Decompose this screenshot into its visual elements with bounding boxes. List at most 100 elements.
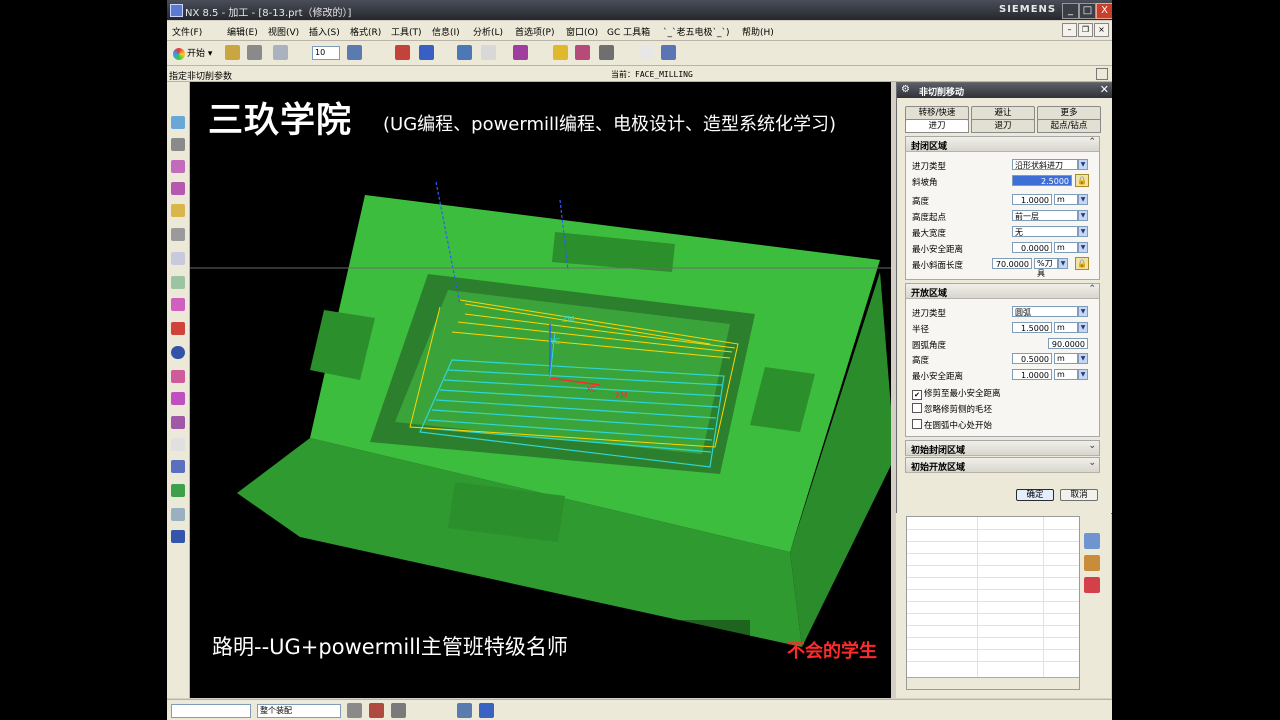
trim-to-min-clearance-checkbox[interactable]: ✔ 修剪至最小安全距离	[912, 387, 1001, 400]
close-button[interactable]: X	[1096, 3, 1112, 19]
reuse-icon[interactable]	[171, 276, 185, 289]
section-icon[interactable]	[171, 392, 185, 405]
text-icon[interactable]	[481, 45, 496, 60]
menu-gc-toolbox[interactable]: GC 工具箱	[607, 25, 650, 38]
lock-icon[interactable]: 🔒	[1075, 257, 1089, 270]
create-tool-icon[interactable]	[513, 45, 528, 60]
open-min-clearance-input[interactable]: 1.0000	[1012, 369, 1052, 380]
chevron-down-icon[interactable]: ▼	[1058, 258, 1068, 269]
undo-icon[interactable]	[273, 45, 288, 60]
chevron-down-icon[interactable]: ▼	[1078, 210, 1088, 221]
menu-view[interactable]: 视图(V)	[268, 25, 299, 38]
gear-icon[interactable]: ⚙	[901, 84, 910, 95]
height-unit[interactable]: m	[1054, 194, 1078, 205]
menu-info[interactable]: 信息(I)	[432, 25, 460, 38]
chevron-down-icon[interactable]: ▼	[1078, 194, 1088, 205]
chevron-down-icon[interactable]: ▼	[1078, 306, 1088, 317]
start-at-arc-center-checkbox[interactable]: 在圆弧中心处开始	[912, 419, 992, 431]
verify-toolpath-icon[interactable]	[575, 45, 590, 60]
open-area-header[interactable]: 开放区域 ⌃	[906, 284, 1099, 299]
snap-icon[interactable]	[347, 703, 362, 718]
radius-unit[interactable]: m	[1054, 322, 1078, 333]
open-icon[interactable]	[225, 45, 240, 60]
sketch-icon[interactable]	[171, 204, 185, 217]
simulation-icon[interactable]	[171, 508, 185, 521]
select-feature-icon[interactable]	[369, 703, 384, 718]
web-icon[interactable]	[171, 252, 185, 265]
assembly-icon[interactable]	[171, 138, 185, 151]
chevron-down-icon[interactable]: ▼	[1078, 242, 1088, 253]
tab-more[interactable]: 更多	[1037, 106, 1101, 120]
body-icon[interactable]	[171, 182, 185, 195]
height-from-select[interactable]: 前一层	[1012, 210, 1078, 221]
mc-icon[interactable]	[171, 530, 185, 543]
min-clearance-input[interactable]: 0.0000	[1012, 242, 1052, 253]
ignore-trim-side-blank-checkbox[interactable]: 忽略修剪侧的毛坯	[912, 403, 992, 415]
panel-toggle-icon[interactable]	[1096, 68, 1108, 80]
doc-restore-button[interactable]: ❐	[1078, 23, 1093, 37]
menu-window[interactable]: 窗口(O)	[566, 25, 598, 38]
dialog-close-icon[interactable]: ✕	[1100, 83, 1109, 96]
menu-preferences[interactable]: 首选项(P)	[515, 25, 554, 38]
menu-insert[interactable]: 插入(S)	[309, 25, 340, 38]
roles-icon[interactable]	[171, 322, 185, 335]
history-icon[interactable]	[171, 228, 185, 241]
chevron-down-icon[interactable]: ▼	[1078, 369, 1088, 380]
tab-transfer[interactable]: 转移/快速	[905, 106, 969, 120]
max-width-select[interactable]: 无	[1012, 226, 1078, 237]
blend-icon[interactable]	[171, 416, 185, 429]
initial-open-area-header[interactable]: 初始开放区域 ⌄	[906, 458, 1099, 473]
graphics-window[interactable]: ZM YC XC XM 三玖学院 (UG编程、powermill编程、电极设计、…	[190, 82, 891, 698]
menu-tools[interactable]: 工具(T)	[391, 25, 422, 38]
tab-start-drill-points[interactable]: 起点/钻点	[1037, 119, 1101, 133]
palette-icon[interactable]	[171, 460, 185, 473]
min-ramp-length-input[interactable]: 70.0000	[992, 258, 1032, 269]
menu-edit[interactable]: 编辑(E)	[227, 25, 258, 38]
initial-closed-area-header[interactable]: 初始封闭区域 ⌄	[906, 441, 1099, 456]
save-icon[interactable]	[247, 45, 262, 60]
doc-close-button[interactable]: ×	[1094, 23, 1109, 37]
shop-doc-icon[interactable]	[639, 45, 654, 60]
menu-help[interactable]: 帮助(H)	[742, 25, 774, 38]
postprocess-icon[interactable]	[599, 45, 614, 60]
height-input[interactable]: 1.0000	[1012, 194, 1052, 205]
select-face-icon[interactable]	[391, 703, 406, 718]
size-combo[interactable]: 10	[312, 46, 340, 60]
ramp-angle-input[interactable]: 2.5000	[1012, 175, 1072, 186]
maximize-button[interactable]: □	[1079, 3, 1096, 19]
open-engage-type-select[interactable]: 圆弧	[1012, 306, 1078, 317]
navigator-hscrollbar[interactable]	[907, 677, 1079, 689]
menu-file[interactable]: 文件(F)	[172, 25, 202, 38]
open-height-unit[interactable]: m	[1054, 353, 1078, 364]
tab-retract[interactable]: 退刀	[971, 119, 1035, 133]
machine-tool-icon[interactable]	[171, 484, 185, 497]
layer-icon[interactable]	[347, 45, 362, 60]
open-min-clearance-unit[interactable]: m	[1054, 369, 1078, 380]
feature-icon[interactable]	[171, 160, 185, 173]
min-ramp-length-unit[interactable]: %刀具	[1034, 258, 1058, 278]
menu-electrode[interactable]: `_`老五电极`_`)	[663, 25, 730, 38]
radius-input[interactable]: 1.5000	[1012, 322, 1052, 333]
history-tab-icon[interactable]	[1084, 577, 1100, 593]
info-icon[interactable]	[171, 346, 185, 359]
geometry-view-icon[interactable]	[419, 45, 434, 60]
navigator-list[interactable]	[906, 516, 1080, 690]
chevron-down-icon[interactable]: ▼	[1078, 159, 1088, 170]
min-clearance-unit[interactable]: m	[1054, 242, 1078, 253]
roles-tab-icon[interactable]	[1084, 555, 1100, 571]
select-body-icon[interactable]	[457, 703, 472, 718]
chevron-down-icon[interactable]: ▼	[1078, 353, 1088, 364]
initial-open-area-group[interactable]: 初始开放区域 ⌄	[905, 457, 1100, 473]
tab-avoidance[interactable]: 避让	[971, 106, 1035, 120]
closed-area-header[interactable]: 封闭区域 ⌃	[906, 137, 1099, 152]
operation-navigator-icon[interactable]	[395, 45, 410, 60]
type-filter-select[interactable]	[171, 704, 251, 718]
chevron-down-icon[interactable]: ▼	[1078, 322, 1088, 333]
generate-toolpath-icon[interactable]	[553, 45, 568, 60]
initial-closed-area-group[interactable]: 初始封闭区域 ⌄	[905, 440, 1100, 456]
menu-format[interactable]: 格式(R)	[350, 25, 381, 38]
arc-angle-input[interactable]: 90.0000	[1048, 338, 1088, 349]
lock-icon[interactable]: 🔒	[1075, 174, 1089, 187]
view-cube-icon[interactable]	[171, 116, 185, 129]
hd3d-icon[interactable]	[171, 298, 185, 311]
